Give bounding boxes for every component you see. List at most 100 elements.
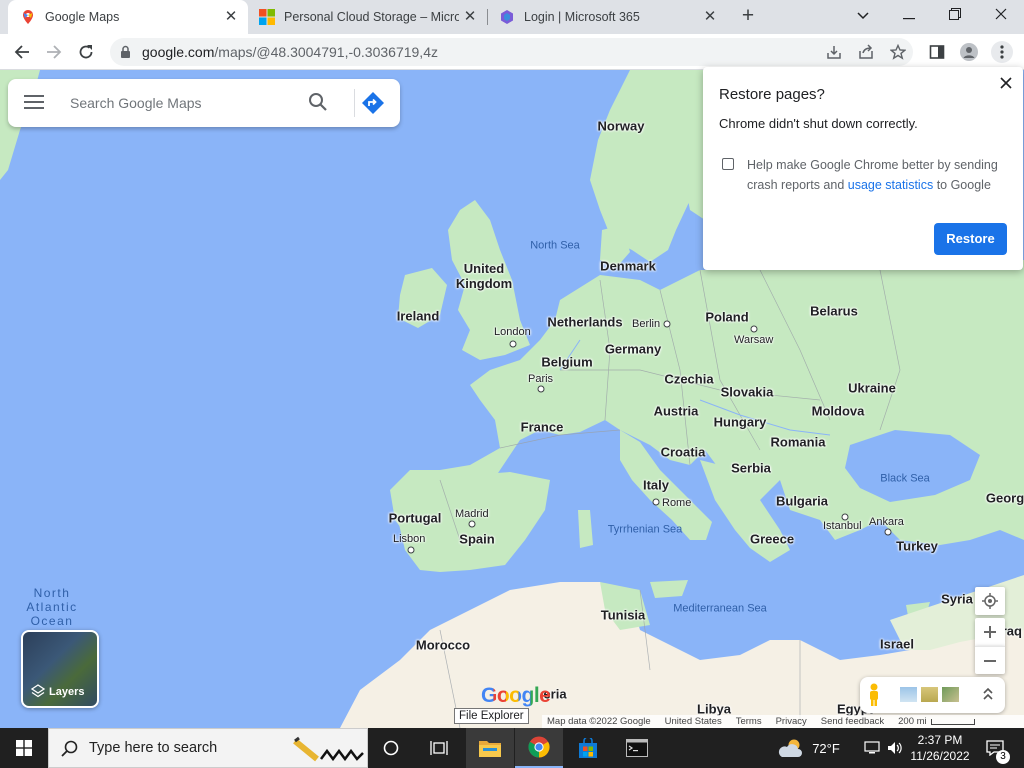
taskbar-microsoft-store[interactable] <box>564 728 612 768</box>
cortana-circle-icon <box>383 740 399 756</box>
maps-search-box <box>8 79 400 127</box>
pegman-icon[interactable] <box>868 683 880 707</box>
tab-personal-cloud-storage[interactable]: Personal Cloud Storage – Microsoft ✕ <box>247 0 487 34</box>
tab-login-microsoft-365[interactable]: Login | Microsoft 365 ✕ <box>487 0 727 34</box>
url-host: google.com <box>142 44 215 60</box>
satellite-thumbnail[interactable] <box>942 687 959 702</box>
clock[interactable]: 2:37 PM 11/26/2022 <box>908 728 972 768</box>
folder-icon <box>479 741 501 757</box>
terrain-thumbnail[interactable] <box>921 687 938 702</box>
country-label: Italy <box>642 477 670 493</box>
scale-bar <box>930 718 975 725</box>
google-logo-text: Google <box>481 684 551 707</box>
network-tray-icon[interactable] <box>861 728 883 768</box>
imagery-thumbnail[interactable] <box>900 687 917 702</box>
country-label: Croatia <box>660 444 706 460</box>
search-icon <box>61 740 78 757</box>
google-maps-favicon-icon <box>23 10 33 24</box>
notification-center-button[interactable]: 3 <box>979 728 1011 768</box>
close-window-button[interactable] <box>979 0 1023 30</box>
weather-temp: 72°F <box>812 740 840 756</box>
cortana-button[interactable] <box>368 728 414 768</box>
search-input[interactable] <box>70 91 290 115</box>
crash-report-checkbox[interactable] <box>722 158 734 170</box>
taskbar-file-explorer[interactable] <box>466 728 514 768</box>
city-label: Berlin <box>632 318 661 330</box>
my-location-button[interactable] <box>975 587 1005 615</box>
install-app-button[interactable] <box>824 42 844 62</box>
map-data-credit: Map data ©2022 Google <box>547 716 651 727</box>
profile-button[interactable] <box>959 42 979 62</box>
country-label: Georg <box>985 490 1024 506</box>
country-label: Germany <box>604 341 662 357</box>
file-explorer-tooltip: File Explorer <box>454 708 529 724</box>
country-label: Bulgaria <box>775 493 829 509</box>
tab-search-button[interactable] <box>841 0 885 30</box>
close-tab-icon[interactable]: ✕ <box>461 8 479 26</box>
country-link[interactable]: United States <box>665 716 722 727</box>
url-text: google.com/maps/@48.3004791,-0.3036719,4… <box>142 44 438 60</box>
terms-link[interactable]: Terms <box>736 716 762 727</box>
side-panel-button[interactable] <box>927 42 947 62</box>
chrome-icon <box>528 736 550 758</box>
reload-button[interactable] <box>73 40 99 64</box>
search-icon[interactable] <box>308 92 328 112</box>
country-label: Slovakia <box>720 384 774 400</box>
taskbar-command-prompt[interactable] <box>613 728 661 768</box>
help-text-end: to Google <box>933 178 991 192</box>
volume-tray-icon[interactable] <box>884 728 906 768</box>
tab-google-maps[interactable]: Google Maps ✕ <box>8 0 248 34</box>
close-icon <box>995 8 1007 20</box>
forward-button[interactable] <box>41 40 67 64</box>
start-button[interactable] <box>0 728 48 768</box>
directions-icon[interactable] <box>361 91 385 115</box>
arrow-right-icon <box>47 45 62 59</box>
address-bar[interactable]: google.com/maps/@48.3004791,-0.3036719,4… <box>110 38 913 66</box>
layers-button[interactable]: Layers <box>21 630 99 708</box>
send-feedback-link[interactable]: Send feedback <box>821 716 884 727</box>
city-label: Ankara <box>869 516 904 528</box>
dialog-title: Restore pages? <box>719 86 825 103</box>
close-dialog-button[interactable] <box>997 75 1015 93</box>
weather-widget[interactable]: 72°F <box>776 728 842 768</box>
minimize-button[interactable] <box>887 0 931 30</box>
restore-window-button[interactable] <box>933 0 977 30</box>
layers-label: Layers <box>49 686 85 698</box>
close-tab-icon[interactable]: ✕ <box>701 8 719 26</box>
country-label: United Kingdom <box>439 261 529 291</box>
close-tab-icon[interactable]: ✕ <box>222 8 240 26</box>
city-dot <box>652 498 660 506</box>
layers-icon <box>31 684 45 698</box>
restore-button[interactable]: Restore <box>934 223 1007 255</box>
url-path: /maps/@48.3004791,-0.3036719,4z <box>214 44 438 60</box>
clock-time: 2:37 PM <box>917 733 963 747</box>
zoom-out-button[interactable] <box>975 646 1005 674</box>
speaker-icon <box>888 742 902 754</box>
tab-title: Google Maps <box>45 10 120 24</box>
expand-icon[interactable] <box>982 687 994 701</box>
zoom-in-button[interactable] <box>975 618 1005 646</box>
restore-window-icon <box>949 8 961 20</box>
bookmark-button[interactable] <box>888 42 908 62</box>
privacy-link[interactable]: Privacy <box>776 716 807 727</box>
share-icon <box>859 44 873 59</box>
taskbar-chrome[interactable] <box>515 728 563 768</box>
ocean-label-line: Atlantic <box>26 600 78 614</box>
taskbar-search-placeholder: Type here to search <box>89 740 218 756</box>
taskbar-search-box[interactable]: Type here to search <box>48 728 368 768</box>
share-button[interactable] <box>856 42 876 62</box>
back-button[interactable] <box>9 40 35 64</box>
scale-label[interactable]: 200 mi <box>898 716 927 727</box>
hamburger-menu-icon[interactable] <box>24 94 44 110</box>
minimize-icon <box>903 18 915 20</box>
country-label: Ukraine <box>848 380 896 396</box>
windows-taskbar: Type here to search 72°F 2:37 PM 11/26/2… <box>0 728 1024 768</box>
new-tab-button[interactable]: + <box>737 5 759 28</box>
country-label: Romania <box>770 434 826 450</box>
map-footer: Map data ©2022 Google United States Term… <box>542 715 1024 728</box>
map-bottom-controls <box>860 677 1005 713</box>
terminal-icon <box>626 739 648 757</box>
chrome-menu-button[interactable] <box>991 41 1013 63</box>
task-view-button[interactable] <box>416 728 462 768</box>
usage-statistics-link[interactable]: usage statistics <box>848 178 933 192</box>
